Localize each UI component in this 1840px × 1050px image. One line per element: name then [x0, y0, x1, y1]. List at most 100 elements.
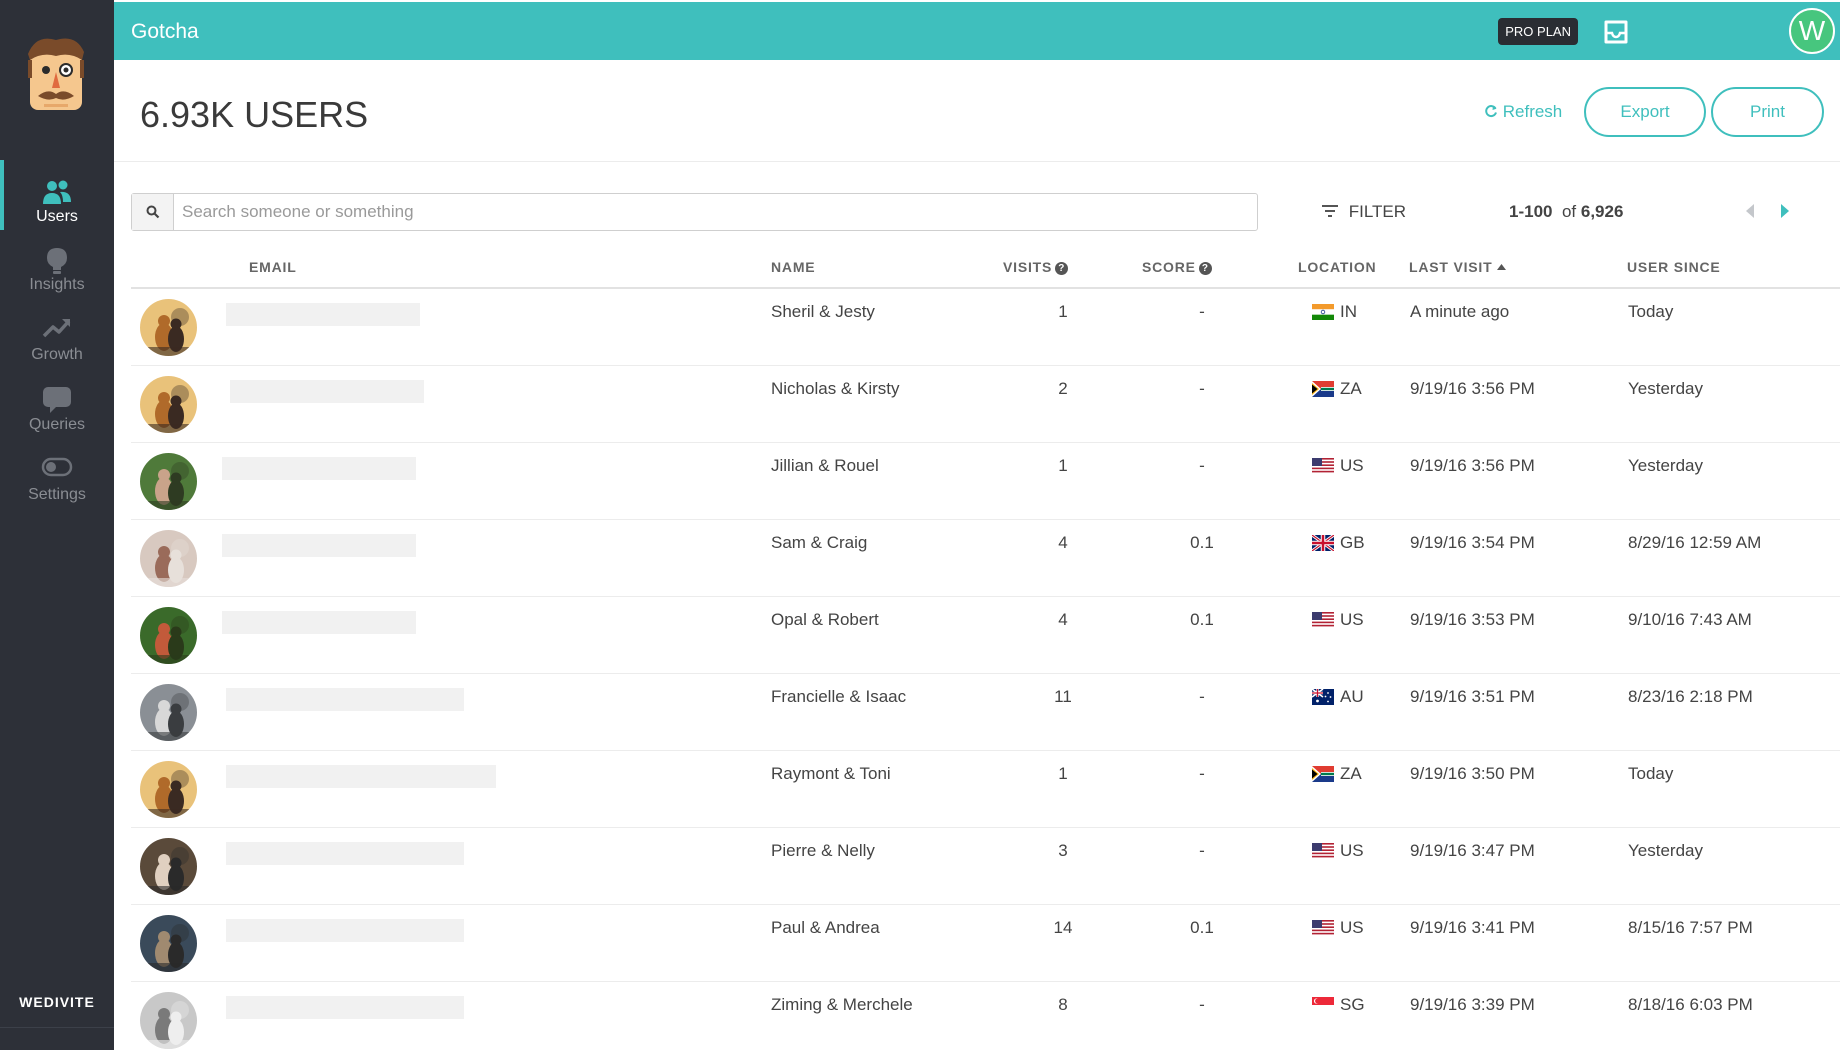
users-icon [0, 172, 114, 208]
avatar[interactable] [140, 453, 197, 510]
user-name: Jillian & Rouel [771, 456, 879, 475]
sidebar-item-queries[interactable]: Queries [0, 380, 114, 450]
sidebar: Users Insights Growth Queries Settings W… [0, 0, 114, 1050]
sidebar-item-insights[interactable]: Insights [0, 240, 114, 310]
column-header-label: LAST VISIT [1409, 259, 1493, 275]
table-row[interactable]: Francielle & Isaac 11 - AU 9/19/16 3:51 … [131, 674, 1840, 751]
sidebar-item-label: Queries [28, 416, 86, 433]
user-name: Sam & Craig [771, 533, 868, 552]
visits-count: 1 [1058, 764, 1068, 783]
chevron-right-icon[interactable] [1779, 203, 1791, 219]
score-value: - [1199, 302, 1205, 321]
email-redacted [226, 996, 464, 1019]
lightbulb-icon [0, 240, 114, 276]
avatar[interactable] [140, 299, 197, 356]
search-box [131, 193, 1258, 231]
search-input[interactable] [182, 200, 1242, 224]
country-code: AU [1340, 687, 1364, 706]
country-code: ZA [1340, 379, 1362, 398]
user-since: Yesterday [1628, 379, 1703, 398]
chevron-left-icon[interactable] [1744, 203, 1756, 219]
column-header-location[interactable]: LOCATION [1298, 259, 1376, 275]
column-header-score[interactable]: SCORE? [1142, 259, 1212, 275]
visits-count: 4 [1058, 610, 1068, 629]
user-avatar[interactable]: W [1789, 8, 1835, 54]
sidebar-item-settings[interactable]: Settings [0, 450, 114, 520]
email-redacted [226, 688, 464, 711]
print-button[interactable]: Print [1711, 87, 1824, 137]
avatar[interactable] [140, 761, 197, 818]
avatar[interactable] [140, 530, 197, 587]
sidebar-item-growth[interactable]: Growth [0, 310, 114, 380]
avatar[interactable] [140, 838, 197, 895]
column-header-email[interactable]: EMAIL [249, 259, 297, 275]
score-value: - [1199, 841, 1205, 860]
visits-count: 8 [1058, 995, 1068, 1014]
table-row[interactable]: Opal & Robert 4 0.1 US 9/19/16 3:53 PM 9… [131, 597, 1840, 674]
visits-count: 14 [1053, 918, 1073, 937]
country-code: US [1340, 610, 1364, 629]
column-header-label: VISITS [1003, 259, 1053, 275]
column-header-visits[interactable]: VISITS? [1003, 259, 1069, 275]
plan-badge[interactable]: PRO PLAN [1498, 18, 1578, 45]
search-button[interactable] [132, 194, 174, 230]
brand-name[interactable]: WEDIVITE [0, 994, 114, 1010]
table-row[interactable]: Sheril & Jesty 1 - IN A minute ago Today [131, 289, 1840, 366]
email-redacted [226, 303, 420, 326]
user-name: Ziming & Merchele [771, 995, 913, 1014]
app-title: Gotcha [131, 20, 199, 43]
last-visit: 9/19/16 3:39 PM [1410, 995, 1535, 1014]
table-row[interactable]: Raymont & Toni 1 - ZA 9/19/16 3:50 PM To… [131, 751, 1840, 828]
column-header-last-visit[interactable]: LAST VISIT [1409, 259, 1507, 275]
pagination-info: 1-100 of 6,926 [1509, 202, 1623, 222]
avatar[interactable] [140, 992, 197, 1049]
help-icon[interactable]: ? [1055, 262, 1069, 275]
table-row[interactable]: Pierre & Nelly 3 - US 9/19/16 3:47 PM Ye… [131, 828, 1840, 905]
inbox-icon[interactable] [1603, 20, 1629, 44]
help-icon[interactable]: ? [1198, 262, 1212, 275]
user-name: Sheril & Jesty [771, 302, 875, 321]
divider [0, 1027, 114, 1028]
table-row[interactable]: Jillian & Rouel 1 - US 9/19/16 3:56 PM Y… [131, 443, 1840, 520]
export-button[interactable]: Export [1584, 87, 1706, 137]
sidebar-item-label: Users [36, 208, 78, 225]
score-value: - [1199, 456, 1205, 475]
toggle-icon [0, 450, 114, 486]
avatar[interactable] [140, 376, 197, 433]
last-visit: 9/19/16 3:54 PM [1410, 533, 1535, 552]
table-row[interactable]: Sam & Craig 4 0.1 GB 9/19/16 3:54 PM 8/2… [131, 520, 1840, 597]
column-header-name[interactable]: NAME [771, 259, 815, 275]
mascot-logo[interactable] [26, 34, 86, 116]
avatar[interactable] [140, 915, 197, 972]
visits-count: 4 [1058, 533, 1068, 552]
avatar[interactable] [140, 607, 197, 664]
avatar[interactable] [140, 684, 197, 741]
sidebar-item-users[interactable]: Users [0, 160, 114, 242]
table-row[interactable]: Ziming & Merchele 8 - SG 9/19/16 3:39 PM… [131, 982, 1840, 1050]
email-redacted [222, 611, 416, 634]
column-header-user-since[interactable]: USER SINCE [1627, 259, 1721, 275]
filter-button[interactable]: FILTER [1322, 202, 1406, 222]
user-name: Pierre & Nelly [771, 841, 875, 860]
flag-icon [1312, 997, 1334, 1013]
flag-icon [1312, 843, 1334, 859]
sidebar-item-label: Insights [29, 276, 85, 293]
last-visit: 9/19/16 3:41 PM [1410, 918, 1535, 937]
refresh-label: Refresh [1502, 102, 1563, 121]
pagination-of: of [1561, 202, 1577, 221]
visits-count: 3 [1058, 841, 1068, 860]
table-row[interactable]: Nicholas & Kirsty 2 - ZA 9/19/16 3:56 PM… [131, 366, 1840, 443]
sort-ascending-icon [1497, 264, 1507, 270]
user-name: Raymont & Toni [771, 764, 891, 783]
table-row[interactable]: Paul & Andrea 14 0.1 US 9/19/16 3:41 PM … [131, 905, 1840, 982]
user-since: Yesterday [1628, 841, 1703, 860]
sidebar-item-label: Growth [31, 346, 83, 363]
score-value: - [1199, 687, 1205, 706]
score-value: 0.1 [1190, 918, 1214, 937]
refresh-button[interactable]: Refresh [1484, 102, 1562, 122]
user-since: 8/23/16 2:18 PM [1628, 687, 1753, 706]
user-since: Today [1628, 764, 1674, 783]
search-icon [146, 205, 160, 219]
email-redacted [226, 842, 464, 865]
visits-count: 2 [1058, 379, 1068, 398]
